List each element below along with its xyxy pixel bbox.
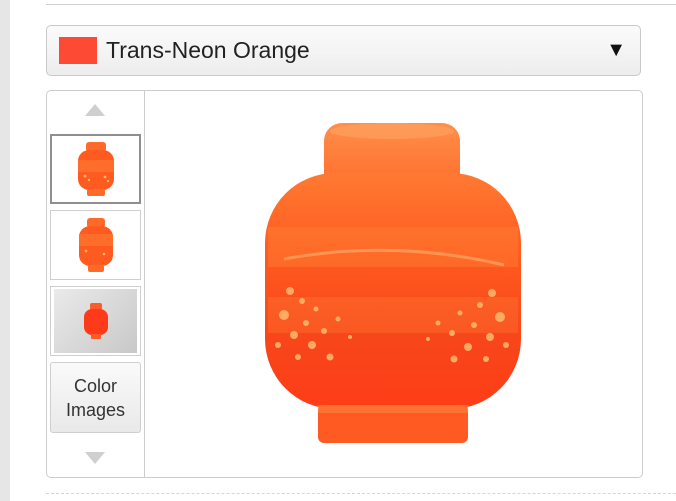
photo-background [54,289,137,353]
color-swatch [59,37,97,64]
image-viewer: Color Images [46,90,643,478]
page: Trans-Neon Orange ▼ Color Images [0,0,676,501]
thumbnail-column: Color Images [47,91,145,477]
part-head-angle-icon [78,218,113,272]
part-head-icon [77,142,114,196]
main-part-image [145,91,642,477]
triangle-up-icon[interactable] [85,104,105,116]
dropdown-arrow-icon: ▼ [606,39,626,61]
bottom-divider [46,493,676,494]
color-select[interactable]: Trans-Neon Orange ▼ [46,25,641,76]
color-select-label: Trans-Neon Orange [106,37,310,63]
thumbnail-front[interactable] [50,134,141,204]
color-images-button[interactable]: Color Images [50,362,141,433]
part-head-photo-icon [83,303,108,339]
top-divider [46,4,676,5]
thumbnail-photo[interactable] [50,286,141,356]
left-scroll-strip [0,0,10,501]
triangle-down-icon[interactable] [85,452,105,464]
thumbnail-angle[interactable] [50,210,141,280]
minifigure-head-icon [264,123,521,443]
